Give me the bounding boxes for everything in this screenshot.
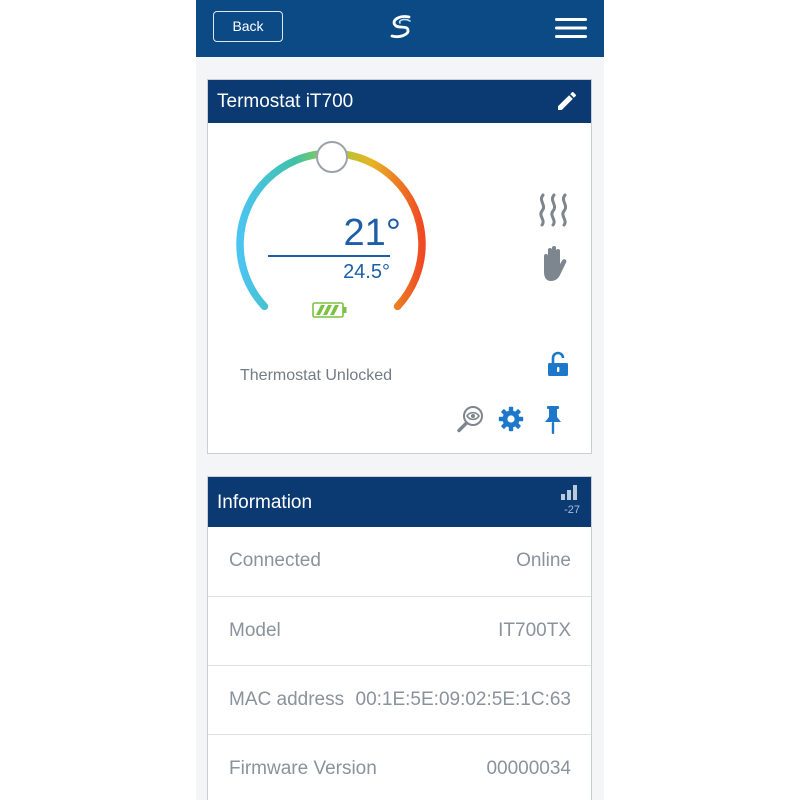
pencil-icon[interactable]: [555, 89, 579, 113]
info-value: 00000034: [486, 758, 571, 779]
thermostat-card-header: Termostat iT700: [208, 80, 591, 123]
back-button[interactable]: Back: [213, 11, 283, 42]
info-row-model: Model IT700TX: [208, 596, 591, 665]
information-card-header: Information -27: [208, 477, 591, 527]
information-title: Information: [217, 492, 313, 513]
heat-waves-icon: [539, 193, 568, 227]
info-label: Connected: [229, 550, 321, 571]
thermostat-card: Termostat iT700 21° 24.5° Thermostat Unl…: [207, 79, 592, 454]
info-value: 00:1E:5E:09:02:5E:1C:63: [355, 689, 572, 710]
battery-icon: [312, 302, 347, 318]
signal-strength-value: -27: [564, 504, 580, 516]
info-row-mac-address: MAC address 00:1E:5E:09:02:5E:1C:63: [208, 665, 591, 734]
dial-divider: [268, 255, 390, 257]
thermostat-title: Termostat iT700: [217, 91, 354, 112]
dial-handle[interactable]: [316, 141, 348, 173]
info-label: MAC address: [229, 689, 345, 710]
top-navigation-bar: Back: [196, 0, 604, 57]
info-row-firmware-version: Firmware Version 00000034: [208, 734, 591, 800]
lock-status-text: Thermostat Unlocked: [240, 367, 393, 384]
unlocked-padlock-icon[interactable]: [547, 351, 569, 377]
signal-strength-icon: [561, 485, 577, 500]
salus-logo-icon[interactable]: [386, 12, 416, 42]
info-label: Model: [229, 620, 281, 641]
hand-icon: [544, 246, 567, 281]
hamburger-menu-icon[interactable]: [554, 16, 588, 40]
info-row-connected: Connected Online: [208, 527, 591, 596]
current-temperature: 24.5°: [343, 261, 390, 283]
gear-icon[interactable]: [498, 406, 524, 432]
setpoint-temperature: 21°: [343, 212, 401, 254]
pushpin-icon[interactable]: [542, 405, 564, 435]
info-value: Online: [516, 550, 571, 571]
app-screen: Back Termostat iT700 21° 24.5° Thermosta…: [196, 0, 604, 800]
information-card: Information -27 Connected Online Model I…: [207, 476, 592, 800]
info-label: Firmware Version: [229, 758, 377, 779]
search-eye-icon[interactable]: [457, 405, 485, 433]
info-value: IT700TX: [498, 620, 571, 641]
